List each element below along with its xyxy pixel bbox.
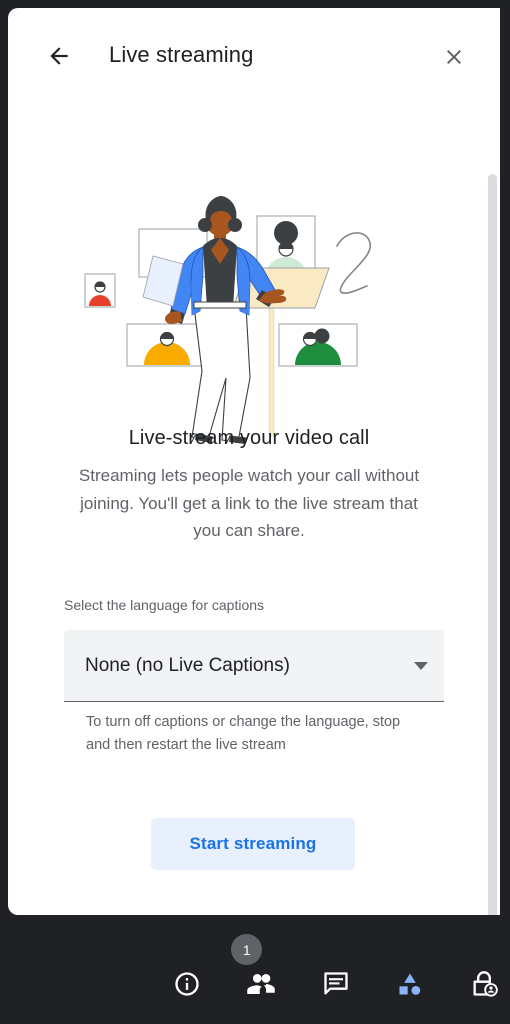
screen: Live streaming Live-stream your video ca…: [0, 0, 510, 1024]
people-count-badge: 1: [231, 934, 263, 965]
chat-icon: [323, 972, 348, 995]
panel-body: Live-stream your video call Streaming le…: [8, 92, 500, 915]
caption-helper-text: To turn off captions or change the langu…: [86, 714, 401, 753]
page-headline: Live-stream your video call: [128, 427, 370, 449]
start-streaming-button[interactable]: Start streaming: [151, 818, 355, 870]
caption-language-select[interactable]: None (no Live Captions): [64, 630, 444, 702]
page-title: Live streaming: [109, 42, 254, 67]
arrow-back-icon[interactable]: [44, 41, 74, 71]
lock-person-icon: [473, 971, 498, 997]
host-controls-button[interactable]: [460, 960, 508, 1008]
panel-header: Live streaming: [8, 8, 500, 92]
people-icon: [247, 974, 275, 994]
live-streaming-panel: Live streaming Live-stream your video ca…: [8, 8, 500, 915]
page-description: Streaming lets people watch your call wi…: [78, 466, 420, 540]
bottom-toolbar-icons: 1: [163, 934, 508, 1008]
people-button[interactable]: 1: [231, 934, 285, 1008]
chevron-down-icon: [414, 661, 428, 670]
bottom-toolbar: 1: [0, 915, 510, 1024]
panel-scrollbar[interactable]: [488, 174, 497, 915]
caption-language-value: None (no Live Captions): [85, 654, 290, 676]
activities-button[interactable]: [386, 960, 434, 1008]
activities-icon: [399, 973, 421, 995]
info-icon: [175, 972, 199, 996]
close-icon[interactable]: [441, 44, 467, 70]
live-streaming-illustration: [8, 184, 490, 454]
chat-button[interactable]: [312, 960, 360, 1008]
meeting-details-button[interactable]: [163, 960, 211, 1008]
caption-language-label: Select the language for captions: [64, 597, 265, 613]
